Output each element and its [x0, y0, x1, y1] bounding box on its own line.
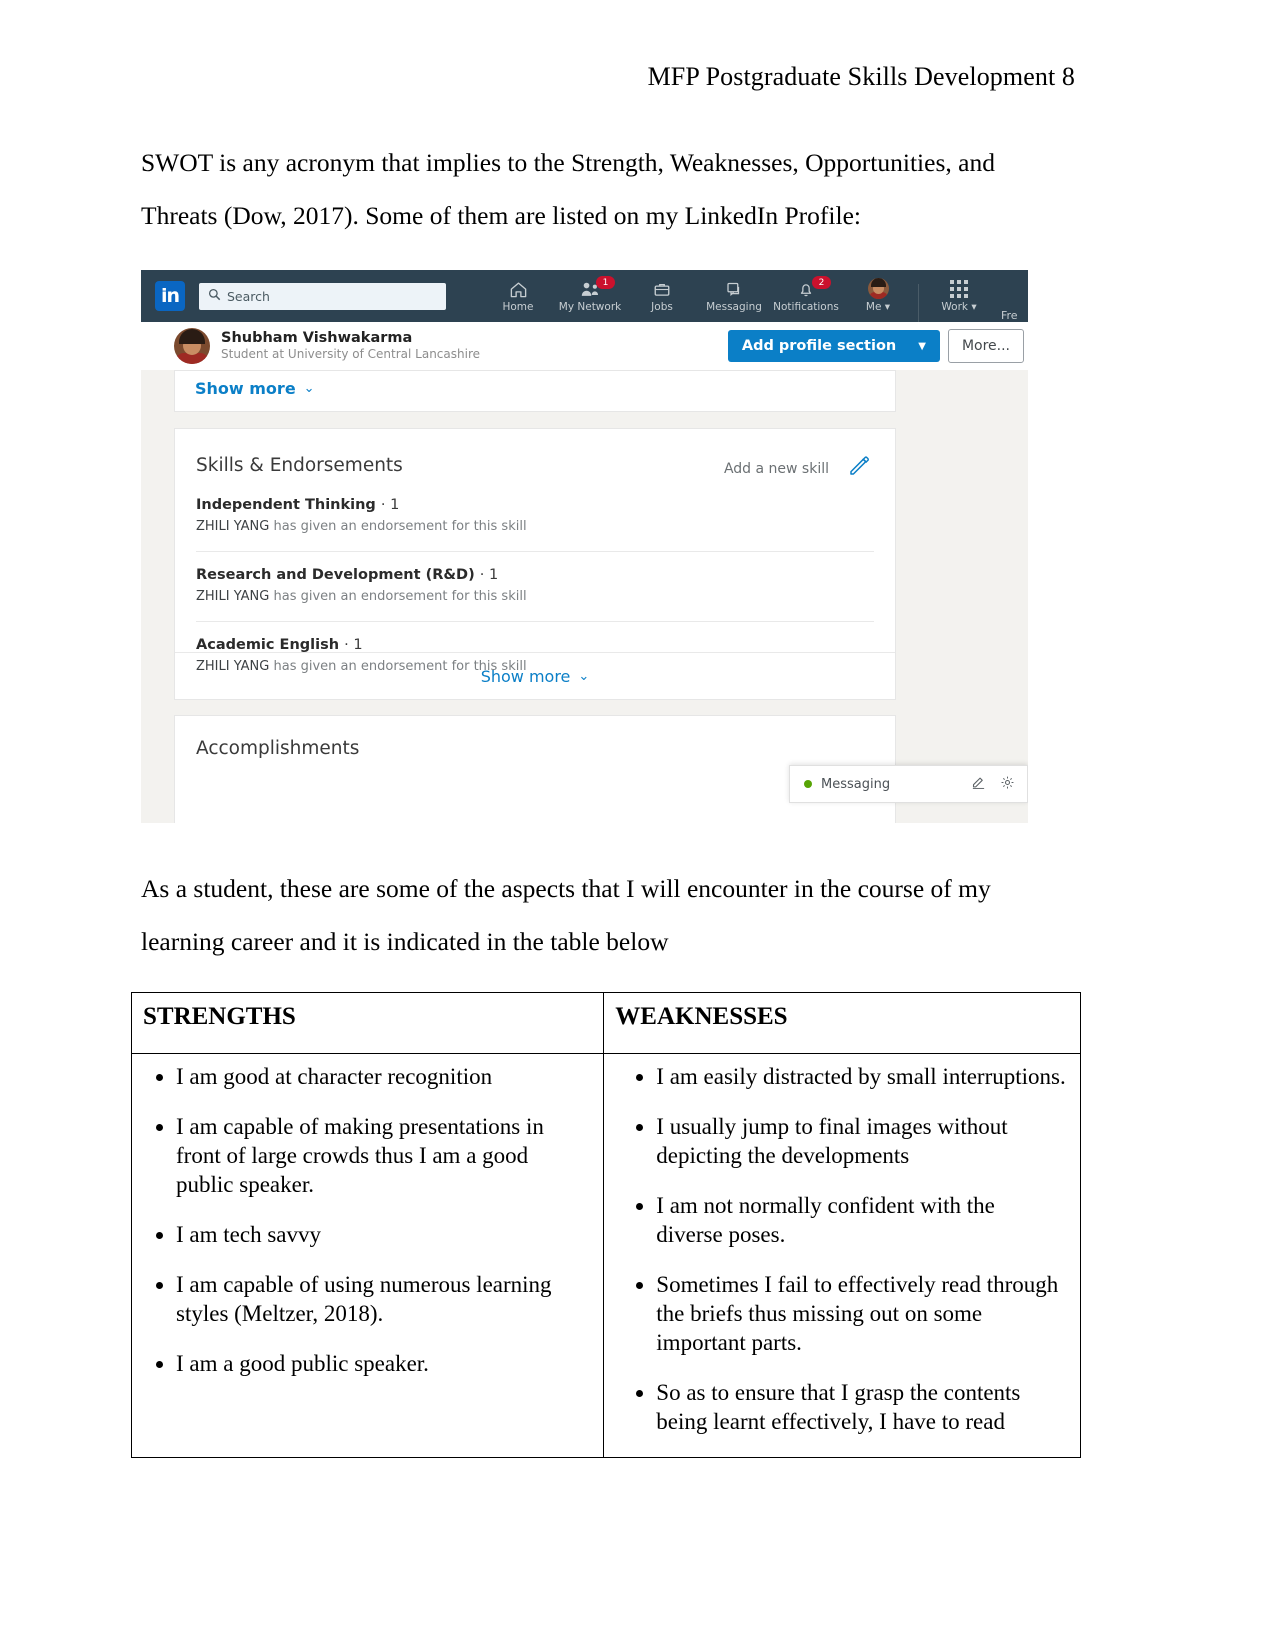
skill-endorser: ZHILI YANG — [196, 519, 270, 534]
list-item: I am easily distracted by small interrup… — [656, 1062, 1066, 1091]
swot-table: STRENGTHS WEAKNESSES I am good at charac… — [130, 992, 1081, 1458]
skill-name: Research and Development (R&D) — [196, 567, 475, 583]
nav-label-my-network: My Network — [558, 301, 622, 313]
chevron-down-icon: ▾ — [967, 301, 977, 313]
messaging-bar-label: Messaging — [821, 776, 891, 792]
divider — [196, 551, 874, 552]
home-icon — [509, 279, 528, 299]
nav-label-notifications: Notifications — [773, 301, 839, 313]
add-a-new-skill-button[interactable]: Add a new skill — [724, 461, 829, 477]
avatar — [867, 278, 889, 299]
card-accomplishments: Accomplishments — [174, 715, 896, 823]
skills-title: Skills & Endorsements — [196, 455, 403, 476]
list-item: I am a good public speaker. — [176, 1349, 589, 1378]
list-item: So as to ensure that I grasp the content… — [656, 1378, 1066, 1436]
show-more-about-label: Show more — [195, 379, 296, 398]
list-item: I am tech savvy — [176, 1220, 589, 1249]
chevron-down-icon: ▼ — [918, 340, 926, 352]
list-item: I am not normally confident with the div… — [656, 1191, 1066, 1249]
linkedin-navbar: in Search Home 1 My Network Jobs Messagi… — [141, 270, 1028, 322]
nav-label-messaging: Messaging — [706, 301, 762, 313]
cell-strengths: I am good at character recognition I am … — [130, 1053, 605, 1458]
column-header-strengths: STRENGTHS — [130, 992, 605, 1054]
nav-label-trailing[interactable]: Fre — [1001, 309, 1018, 322]
compose-icon[interactable] — [971, 775, 986, 794]
nav-item-notifications[interactable]: 2 Notifications — [770, 270, 842, 322]
weaknesses-list: I am easily distracted by small interrup… — [604, 1062, 1080, 1436]
profile-actions: Add profile section ▼ More... — [727, 329, 1024, 363]
table-header-row: STRENGTHS WEAKNESSES — [130, 992, 1081, 1054]
pencil-icon[interactable] — [847, 453, 871, 477]
nav-label-work: Work — [941, 301, 968, 313]
profile-avatar[interactable] — [174, 328, 210, 364]
skill-endorser: ZHILI YANG — [196, 589, 270, 604]
skill-count: · 1 — [479, 567, 499, 583]
list-item: I am capable of using numerous learning … — [176, 1270, 589, 1328]
cell-weaknesses: I am easily distracted by small interrup… — [603, 1053, 1081, 1458]
nav-label-jobs: Jobs — [651, 301, 673, 313]
skill-name: Academic English — [196, 637, 340, 653]
show-more-about-button[interactable]: Show more ⌄ — [195, 379, 315, 398]
profile-headline: Student at University of Central Lancash… — [221, 347, 481, 361]
skill-item[interactable]: Independent Thinking · 1 ZHILI YANG has … — [196, 497, 874, 534]
nav-item-work[interactable]: Work ▾ — [923, 270, 995, 322]
add-profile-section-button[interactable]: Add profile section ▼ — [727, 330, 940, 362]
profile-bar: Shubham Vishwakarma Student at Universit… — [141, 322, 1028, 370]
messaging-bar[interactable]: Messaging — [789, 765, 1028, 803]
profile-name: Shubham Vishwakarma — [221, 330, 413, 346]
nav-divider — [918, 284, 919, 322]
accomplishments-title: Accomplishments — [196, 738, 360, 759]
add-profile-section-label: Add profile section — [741, 338, 897, 354]
nav-label-me: Me — [865, 301, 882, 313]
grid-apps-icon — [950, 279, 968, 299]
show-more-skills-label: Show more — [480, 666, 571, 686]
column-header-weaknesses: WEAKNESSES — [603, 992, 1081, 1054]
list-item: I usually jump to final images without d… — [656, 1112, 1066, 1170]
badge-notifications: 2 — [812, 276, 831, 289]
briefcase-icon — [653, 279, 671, 299]
linkedin-screenshot: in Search Home 1 My Network Jobs Messagi… — [141, 270, 1028, 823]
show-more-skills-button[interactable]: Show more ⌄ — [175, 652, 895, 699]
search-placeholder: Search — [227, 288, 270, 304]
messaging-icon — [725, 279, 743, 299]
divider — [196, 621, 874, 622]
chevron-down-icon: ▾ — [881, 301, 891, 313]
list-item: I am good at character recognition — [176, 1062, 589, 1091]
running-header: MFP Postgraduate Skills Development 8 — [647, 62, 1075, 91]
skill-endorsement-text: has given an endorsement for this skill — [273, 589, 527, 604]
card-about: Show more ⌄ — [174, 370, 896, 412]
table-row: I am good at character recognition I am … — [130, 1053, 1081, 1458]
linkedin-logo-icon[interactable]: in — [155, 281, 185, 311]
paragraph-intro: SWOT is any acronym that implies to the … — [141, 148, 995, 230]
profile-identity: Shubham Vishwakarma Student at Universit… — [221, 330, 480, 362]
chevron-down-icon: ⌄ — [303, 381, 315, 396]
skill-count: · 1 — [380, 497, 400, 513]
profile-content: Show more ⌄ Skills & Endorsements Add a … — [141, 370, 1028, 823]
card-skills-endorsements: Skills & Endorsements Add a new skill In… — [174, 428, 896, 700]
chevron-down-icon: ⌄ — [578, 668, 590, 684]
list-item: Sometimes I fail to effectively read thr… — [656, 1270, 1066, 1357]
nav-item-messaging[interactable]: Messaging — [698, 270, 770, 322]
skill-name: Independent Thinking — [196, 497, 376, 513]
paragraph-table-lead: As a student, these are some of the aspe… — [141, 874, 991, 956]
list-item: I am capable of making presentations in … — [176, 1112, 589, 1199]
strengths-list: I am good at character recognition I am … — [132, 1062, 603, 1378]
skill-endorsement-text: has given an endorsement for this skill — [273, 519, 527, 534]
online-status-icon — [804, 780, 812, 788]
document-page: MFP Postgraduate Skills Development 8 SW… — [0, 0, 1275, 1650]
search-icon — [208, 288, 221, 304]
messaging-bar-actions — [971, 775, 1015, 794]
nav-item-jobs[interactable]: Jobs — [626, 270, 698, 322]
gear-icon[interactable] — [1000, 775, 1015, 794]
search-input[interactable]: Search — [199, 282, 446, 310]
nav-item-me[interactable]: Me ▾ — [842, 270, 914, 322]
skill-count: · 1 — [344, 637, 363, 653]
more-button[interactable]: More... — [947, 329, 1024, 363]
skill-item[interactable]: Research and Development (R&D) · 1 ZHILI… — [196, 567, 874, 604]
nav-items: Home 1 My Network Jobs Messaging 2 Notif… — [482, 270, 1018, 322]
nav-item-my-network[interactable]: 1 My Network — [554, 270, 626, 322]
nav-label-home: Home — [502, 301, 534, 313]
badge-my-network: 1 — [596, 276, 615, 289]
nav-item-home[interactable]: Home — [482, 270, 554, 322]
